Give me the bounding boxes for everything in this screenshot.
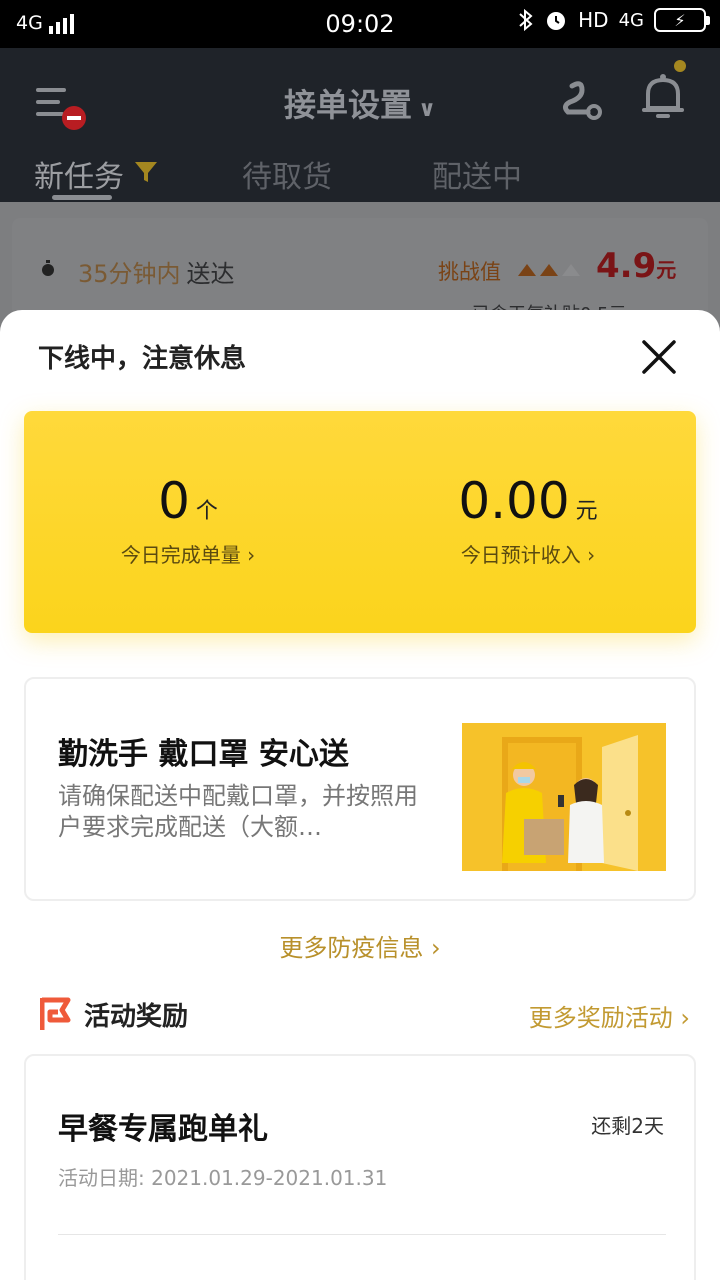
income-value: 0.00 <box>458 472 570 530</box>
notification-dot <box>674 60 686 72</box>
activity-date: 活动日期: 2021.01.29-2021.01.31 <box>58 1166 388 1190</box>
divider <box>58 1234 666 1235</box>
activity-remaining: 还剩2天 <box>591 1114 664 1138</box>
today-stats-card: 0个 今日完成单量 › 0.00 元 今日预计收入 › <box>24 411 696 633</box>
delivery-time: 35分钟内 送达 <box>78 254 235 289</box>
time-limit: 35分钟内 <box>78 260 181 288</box>
alarm-icon <box>547 12 566 30</box>
battery-charging-icon: ⚡ <box>654 8 710 32</box>
income-unit: 元 <box>575 499 598 524</box>
chevron-right-icon: › <box>587 543 596 567</box>
tab-delivering[interactable]: 配送中 <box>432 152 522 196</box>
status-bar: 4G 09:02 HD 4G ⚡ <box>0 0 720 48</box>
close-icon[interactable] <box>640 338 678 376</box>
active-tab-indicator <box>52 195 112 200</box>
courier-illustration <box>462 723 666 871</box>
status-icons: HD 4G ⚡ <box>518 8 710 32</box>
price-value: 4.9 <box>596 246 657 286</box>
income-label: 今日预计收入 <box>460 543 581 567</box>
chevron-down-icon: ∨ <box>418 97 436 122</box>
challenge-label: 挑战值 <box>438 260 501 284</box>
timer-icon <box>42 260 54 276</box>
deliver-label: 送达 <box>186 260 235 288</box>
sheet-title: 下线中，注意休息 <box>38 344 247 374</box>
epidemic-promo-card[interactable]: 勤洗手 戴口罩 安心送 请确保配送中配戴口罩，并按照用户要求完成配送（大额… <box>24 677 696 901</box>
orders-stat[interactable]: 0个 今日完成单量 › <box>108 471 268 568</box>
bell-icon[interactable] <box>640 72 686 122</box>
orders-unit: 个 <box>195 499 218 524</box>
bluetooth-icon <box>519 8 533 32</box>
more-activities-link[interactable]: 更多奖励活动 › <box>529 998 690 1033</box>
chevron-right-icon: › <box>247 543 256 567</box>
order-price: 4.9元 <box>596 246 676 286</box>
promo-description: 请确保配送中配戴口罩，并按照用户要求完成配送（大额… <box>58 782 418 841</box>
orders-value: 0 <box>158 472 190 530</box>
route-icon[interactable] <box>558 76 604 122</box>
hd-label: HD <box>578 8 609 32</box>
activity-card[interactable]: 早餐专属跑单礼 还剩2天 活动日期: 2021.01.29-2021.01.31 <box>24 1054 696 1280</box>
offline-sheet: 下线中，注意休息 0个 今日完成单量 › 0.00 元 今日预计收入 › 勤洗手 … <box>0 310 720 1280</box>
challenge-level-icon <box>518 264 580 276</box>
chevron-right-icon: › <box>680 1004 690 1032</box>
filter-icon[interactable] <box>134 161 158 183</box>
more-epidemic-label: 更多防疫信息 <box>279 934 424 962</box>
more-epidemic-info-link[interactable]: 更多防疫信息 › <box>0 928 720 963</box>
flag-icon <box>40 997 71 1030</box>
activity-title: 早餐专属跑单礼 <box>58 1112 268 1147</box>
tab-to-pickup[interactable]: 待取货 <box>242 152 332 196</box>
activity-section-title: 活动奖励 <box>84 1002 189 1032</box>
tab-new-tasks[interactable]: 新任务 <box>34 152 124 196</box>
price-unit: 元 <box>656 258 677 282</box>
order-settings-title: 接单设置 <box>284 86 413 124</box>
orders-label: 今日完成单量 <box>120 543 241 567</box>
more-activities-label: 更多奖励活动 <box>528 1004 673 1032</box>
promo-title: 勤洗手 戴口罩 安心送 <box>58 737 349 772</box>
income-stat[interactable]: 0.00 元 今日预计收入 › <box>438 471 618 568</box>
order-settings-dropdown[interactable]: 接单设置 ∨ <box>0 80 720 126</box>
chevron-right-icon: › <box>431 934 441 962</box>
network-right-label: 4G <box>618 9 644 31</box>
